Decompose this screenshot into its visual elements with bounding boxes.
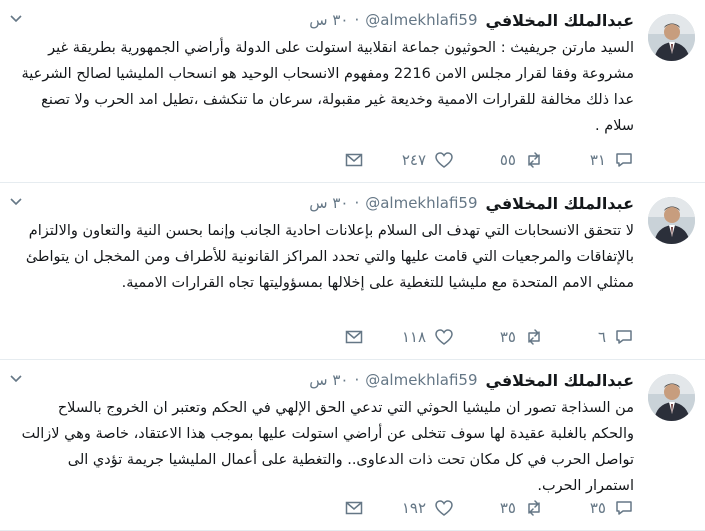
retweet-count: ٥٥ [499,151,516,169]
retweet-button[interactable]: ٣٥ [488,327,544,347]
like-count: ٢٤٧ [401,151,426,169]
author-handle[interactable]: @almekhlafi59 [365,194,477,212]
retweet-icon [528,329,540,345]
retweet-icon [528,500,540,516]
retweet-button[interactable]: ٣٥ [488,498,544,518]
tweet-header: عبدالملك المخلافي @almekhlafi59 · ٣٠ س [309,191,634,215]
author-handle[interactable]: @almekhlafi59 [365,371,477,389]
avatar-photo-icon [648,374,695,421]
envelope-icon [345,501,363,515]
separator-dot: · [354,11,360,29]
heart-icon [435,329,453,345]
reply-count: ٦ [597,328,606,346]
retweet-icon [528,152,540,168]
envelope-icon [345,153,363,167]
reply-button[interactable]: ٣٥ [578,498,634,518]
tweet-actions: ٣١ ٥٥ ٢٤٧ [300,148,634,172]
like-button[interactable]: ١١٨ [398,327,454,347]
message-button[interactable] [344,150,364,170]
message-button[interactable] [344,327,364,347]
tweet-text: من السذاجة تصور ان مليشيا الحوثي التي تد… [21,400,634,494]
separator-dot: · [354,194,360,212]
tweet-header: عبدالملك المخلافي @almekhlafi59 · ٣٠ س [309,8,634,32]
reply-icon [616,330,632,344]
reply-icon [616,501,632,515]
tweet[interactable]: عبدالملك المخلافي @almekhlafi59 · ٣٠ س ل… [0,183,705,360]
avatar[interactable] [648,374,695,421]
tweet-feed: عبدالملك المخلافي @almekhlafi59 · ٣٠ س ا… [0,0,705,531]
chevron-down-icon[interactable] [8,10,24,26]
reply-button[interactable]: ٦ [578,327,634,347]
reply-count: ٣١ [589,151,606,169]
tweet-text: السيد مارتن جريفيث : الحوثيون جماعة انقل… [21,40,634,134]
tweet-time[interactable]: ٣٠ س [309,194,348,212]
tweet[interactable]: عبدالملك المخلافي @almekhlafi59 · ٣٠ س م… [0,360,705,531]
tweet-actions: ٣٥ ٣٥ ١٩٢ [300,496,634,520]
tweet[interactable]: عبدالملك المخلافي @almekhlafi59 · ٣٠ س ا… [0,0,705,183]
tweet-actions: ٦ ٣٥ ١١٨ [300,325,634,349]
heart-icon [435,500,453,516]
retweet-count: ٣٥ [499,328,516,346]
chevron-down-icon[interactable] [8,370,24,386]
like-button[interactable]: ١٩٢ [398,498,454,518]
retweet-button[interactable]: ٥٥ [488,150,544,170]
author-handle[interactable]: @almekhlafi59 [365,11,477,29]
like-button[interactable]: ٢٤٧ [398,150,454,170]
reply-count: ٣٥ [589,499,606,517]
like-count: ١٩٢ [401,499,426,517]
tweet-time[interactable]: ٣٠ س [309,371,348,389]
tweet-header: عبدالملك المخلافي @almekhlafi59 · ٣٠ س [309,368,634,392]
avatar[interactable] [648,197,695,244]
avatar[interactable] [648,14,695,61]
author-name[interactable]: عبدالملك المخلافي [486,371,634,390]
heart-icon [435,152,453,168]
avatar-photo-icon [648,197,695,244]
message-button[interactable] [344,498,364,518]
author-name[interactable]: عبدالملك المخلافي [486,194,634,213]
reply-icon [616,153,632,167]
envelope-icon [345,330,363,344]
like-count: ١١٨ [401,328,426,346]
reply-button[interactable]: ٣١ [578,150,634,170]
avatar-photo-icon [648,14,695,61]
retweet-count: ٣٥ [499,499,516,517]
tweet-time[interactable]: ٣٠ س [309,11,348,29]
tweet-text: لا تتحقق الانسحابات التي تهدف الى السلام… [25,223,634,291]
separator-dot: · [354,371,360,389]
chevron-down-icon[interactable] [8,193,24,209]
author-name[interactable]: عبدالملك المخلافي [486,11,634,30]
